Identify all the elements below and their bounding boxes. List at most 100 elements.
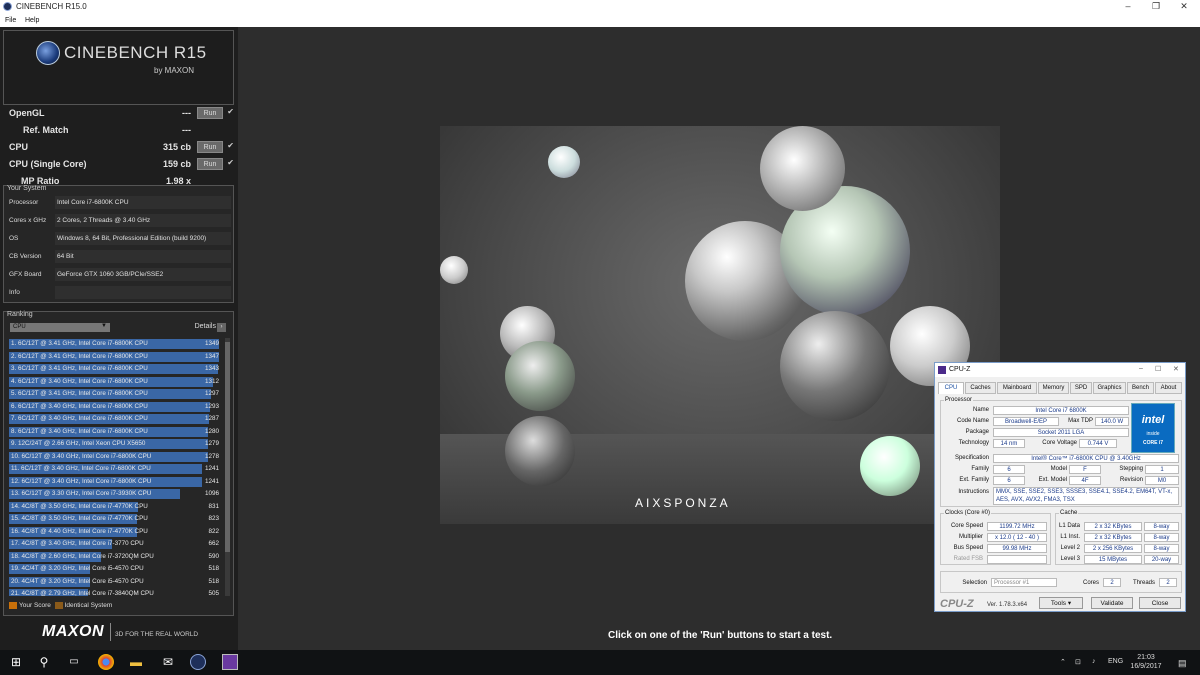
chevron-up-icon[interactable]: ⌃ xyxy=(1060,658,1066,666)
ranking-item[interactable]: 8. 6C/12T @ 3.40 GHz, Intel Core i7-6800… xyxy=(9,426,221,437)
ranking-item-label: 7. 6C/12T @ 3.40 GHz, Intel Core i7-6800… xyxy=(11,415,148,422)
details-toggle-button[interactable]: › xyxy=(217,323,226,332)
file-explorer-icon[interactable]: ▬ xyxy=(128,654,144,670)
field-label: Instructions xyxy=(958,489,989,495)
clocks-group: Clocks (Core #0) Core Speed 1199.72 MHz … xyxy=(940,510,1051,565)
menu-help[interactable]: Help xyxy=(25,17,39,24)
notifications-icon[interactable]: ▤ xyxy=(1178,658,1187,669)
group-title: Processor xyxy=(944,397,974,403)
ranking-item-label: 16. 4C/8T @ 4.40 GHz, Intel Core i7-4770… xyxy=(11,527,148,535)
ranking-item[interactable]: 11. 6C/12T @ 3.40 GHz, Intel Core i7-680… xyxy=(9,463,221,474)
checkmark-icon[interactable]: ✔ xyxy=(227,158,234,167)
tab-graphics[interactable]: Graphics xyxy=(1093,382,1126,394)
system-value[interactable]: 2 Cores, 2 Threads @ 3.40 GHz xyxy=(55,214,231,227)
checkmark-icon[interactable]: ✔ xyxy=(227,141,234,150)
processor-select[interactable]: Processor #1 xyxy=(991,578,1057,587)
field-label: Name xyxy=(972,407,989,413)
tab-cpu[interactable]: CPU xyxy=(938,382,964,394)
tab-about[interactable]: About xyxy=(1155,382,1182,394)
ranking-item-label: 20. 4C/4T @ 3.20 GHz, Intel Core i5-4570… xyxy=(11,577,144,585)
score-label: Ref. Match xyxy=(23,125,69,135)
ranking-scrollbar[interactable] xyxy=(225,338,230,596)
system-row: CB Version 64 Bit xyxy=(7,250,231,263)
ranking-item[interactable]: 4. 6C/12T @ 3.40 GHz, Intel Core i7-6800… xyxy=(9,376,221,387)
minimize-button[interactable]: – xyxy=(1114,0,1142,14)
ranking-item[interactable]: 1. 6C/12T @ 3.41 GHz, Intel Core i7-6800… xyxy=(9,338,221,349)
codename-field: Broadwell-E/EP xyxy=(993,417,1059,426)
info-field[interactable] xyxy=(55,286,231,299)
system-value[interactable]: 64 Bit xyxy=(55,250,231,263)
run-single-core-button[interactable]: Run xyxy=(197,158,223,170)
score-label: OpenGL xyxy=(9,108,45,118)
chrome-icon[interactable] xyxy=(98,654,114,670)
tab-mainboard[interactable]: Mainboard xyxy=(997,382,1037,394)
checkmark-icon[interactable]: ✔ xyxy=(227,107,234,116)
maximize-button[interactable]: ☐ xyxy=(1155,365,1161,373)
mail-icon[interactable]: ✉ xyxy=(160,654,176,670)
ranking-item-score: 1241 xyxy=(204,477,219,485)
instructions-field: MMX, SSE, SSE2, SSE3, SSSE3, SSE4.1, SSE… xyxy=(993,487,1179,505)
ranking-list[interactable]: 1. 6C/12T @ 3.41 GHz, Intel Core i7-6800… xyxy=(9,338,223,596)
scrollbar-thumb[interactable] xyxy=(225,342,230,552)
windows-start-icon[interactable]: ⊞ xyxy=(8,654,24,670)
ranking-item[interactable]: 2. 6C/12T @ 3.41 GHz, Intel Core i7-6800… xyxy=(9,351,221,362)
ranking-item[interactable]: 16. 4C/8T @ 4.40 GHz, Intel Core i7-4770… xyxy=(9,526,221,537)
search-icon[interactable]: ⚲ xyxy=(36,654,52,670)
voltage-field: 0.744 V xyxy=(1079,439,1117,448)
close-button[interactable]: ✕ xyxy=(1170,0,1198,14)
legend-your-score: Your Score xyxy=(19,602,51,610)
volume-icon[interactable]: ♪ xyxy=(1092,658,1096,665)
network-icon[interactable]: ⊡ xyxy=(1075,658,1081,666)
l1-data-ways: 8-way xyxy=(1144,522,1179,531)
system-value[interactable]: GeForce GTX 1060 3GB/PCIe/SSE2 xyxy=(55,268,231,281)
select-value: Processor #1 xyxy=(994,580,1030,586)
ranking-item[interactable]: 14. 4C/8T @ 3.50 GHz, Intel Core i7-4770… xyxy=(9,501,221,512)
system-row: Cores x GHz 2 Cores, 2 Threads @ 3.40 GHz xyxy=(7,214,231,227)
minimize-button[interactable]: – xyxy=(1139,365,1143,372)
tab-caches[interactable]: Caches xyxy=(965,382,996,394)
ranking-item[interactable]: 19. 4C/4T @ 3.20 GHz, Intel Core i5-4570… xyxy=(9,563,221,574)
tab-memory[interactable]: Memory xyxy=(1038,382,1069,394)
ranking-item[interactable]: 21. 4C/8T @ 2.79 GHz, Intel Core i7-3840… xyxy=(9,588,221,596)
system-key: Processor xyxy=(9,199,39,206)
system-value[interactable]: Windows 8, 64 Bit, Professional Edition … xyxy=(55,232,231,245)
ranking-item[interactable]: 12. 6C/12T @ 3.40 GHz, Intel Core i7-680… xyxy=(9,476,221,487)
run-opengl-button[interactable]: Run xyxy=(197,107,223,119)
specification-field: Intel® Core™ i7-6800K CPU @ 3.40GHz xyxy=(993,454,1179,463)
language-indicator[interactable]: ENG xyxy=(1108,658,1123,665)
ranking-item[interactable]: 10. 6C/12T @ 3.40 GHz, Intel Core i7-680… xyxy=(9,451,221,462)
ranking-item[interactable]: 17. 4C/8T @ 3.40 GHz, Intel Core i7-3770… xyxy=(9,538,221,549)
ranking-item[interactable]: 3. 6C/12T @ 3.41 GHz, Intel Core i7-6800… xyxy=(9,363,221,374)
tab-bench[interactable]: Bench xyxy=(1127,382,1154,394)
tab-spd[interactable]: SPD xyxy=(1070,382,1092,394)
validate-button[interactable]: Validate xyxy=(1091,597,1133,609)
ranking-item[interactable]: 15. 4C/8T @ 3.50 GHz, Intel Core i7-4770… xyxy=(9,513,221,524)
system-row: OS Windows 8, 64 Bit, Professional Editio… xyxy=(7,232,231,245)
task-view-icon[interactable]: ▭ xyxy=(66,654,82,670)
ranking-item[interactable]: 20. 4C/4T @ 3.20 GHz, Intel Core i5-4570… xyxy=(9,576,221,587)
ranking-item[interactable]: 5. 6C/12T @ 3.41 GHz, Intel Core i7-6800… xyxy=(9,388,221,399)
score-value: 315 cb xyxy=(162,142,191,152)
render-sphere xyxy=(780,311,890,421)
ranking-item[interactable]: 7. 6C/12T @ 3.40 GHz, Intel Core i7-6800… xyxy=(9,413,221,424)
ranking-item-label: 3. 6C/12T @ 3.41 GHz, Intel Core i7-6800… xyxy=(11,365,148,372)
ranking-item[interactable]: 9. 12C/24T @ 2.66 GHz, Intel Xeon CPU X5… xyxy=(9,438,221,449)
close-button[interactable]: ✕ xyxy=(1173,365,1179,373)
field-label: Package xyxy=(965,429,989,435)
cinebench-taskbar-icon[interactable] xyxy=(190,654,206,670)
clock[interactable]: 21:03 16/9/2017 xyxy=(1128,653,1164,671)
run-cpu-button[interactable]: Run xyxy=(197,141,223,153)
ranking-dropdown[interactable]: CPU ▼ xyxy=(10,323,110,332)
system-value[interactable]: Intel Core i7-6800K CPU xyxy=(55,196,231,209)
ranking-item-score: 822 xyxy=(208,527,219,535)
close-dialog-button[interactable]: Close xyxy=(1139,597,1181,609)
restore-button[interactable]: ❐ xyxy=(1142,0,1170,14)
ranking-item[interactable]: 18. 4C/8T @ 2.60 GHz, Intel Core i7-3720… xyxy=(9,551,221,562)
ranking-item[interactable]: 13. 6C/12T @ 3.30 GHz, Intel Core i7-393… xyxy=(9,488,221,499)
cpuz-taskbar-icon[interactable] xyxy=(222,654,238,670)
menu-file[interactable]: File xyxy=(5,17,16,24)
tools-button[interactable]: Tools ▾ xyxy=(1039,597,1083,609)
ranking-item-score: 1297 xyxy=(204,390,219,397)
ranking-item-score: 1347 xyxy=(204,352,219,360)
ranking-item[interactable]: 6. 6C/12T @ 3.40 GHz, Intel Core i7-6800… xyxy=(9,401,221,412)
